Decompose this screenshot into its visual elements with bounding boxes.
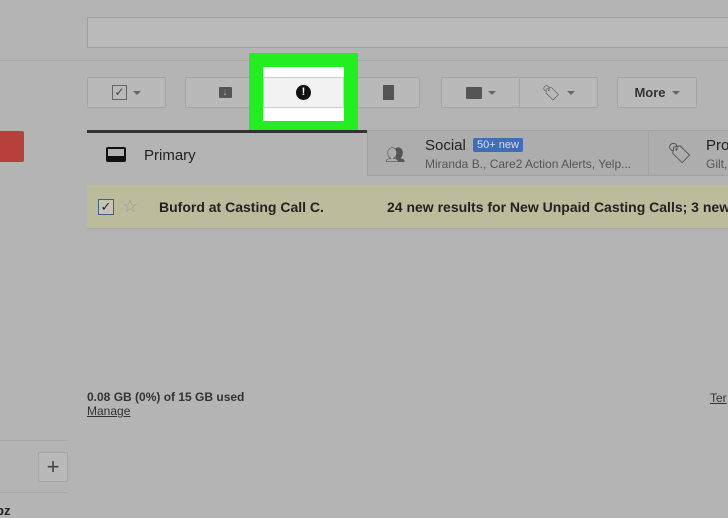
- storage-usage: 0.08 GB (0%) of 15 GB used: [87, 390, 245, 404]
- more-label: More: [634, 85, 666, 100]
- tab-primary[interactable]: Primary: [87, 130, 367, 176]
- trash-icon: [383, 85, 394, 100]
- tab-subtitle: Miranda B., Care2 Action Alerts, Yelp...: [425, 157, 632, 171]
- tab-label: Social: [425, 137, 466, 154]
- folder-icon: [465, 86, 482, 99]
- tab-social[interactable]: 👥︎ Social 50+ new Miranda B., Care2 Acti…: [367, 130, 649, 176]
- more-button[interactable]: More: [617, 77, 697, 108]
- new-badge: 50+ new: [473, 138, 523, 152]
- tag-icon: 🏷︎: [667, 143, 693, 165]
- add-button[interactable]: +: [38, 452, 68, 482]
- email-row[interactable]: ✓ ☆ Buford at Casting Call C. 24 new res…: [87, 185, 728, 229]
- inbox-icon: [106, 147, 126, 162]
- compose-button[interactable]: [0, 131, 24, 162]
- archive-icon: ↓: [218, 87, 232, 98]
- select-all-button[interactable]: ✓: [87, 77, 166, 108]
- email-sender: Buford at Casting Call C.: [159, 199, 324, 215]
- checkbox-icon: ✓: [112, 85, 127, 100]
- tab-label: Pro: [706, 137, 728, 154]
- row-checkbox[interactable]: ✓: [98, 199, 114, 215]
- search-bar[interactable]: [87, 17, 728, 48]
- manage-link[interactable]: Manage: [87, 404, 130, 418]
- sidebar-divider: [0, 492, 68, 493]
- tab-label: Primary: [144, 147, 196, 164]
- email-subject: 24 new results for New Unpaid Casting Ca…: [387, 199, 728, 215]
- label-icon: 🏷︎: [541, 84, 562, 102]
- chevron-down-icon: [133, 90, 141, 95]
- labels-button[interactable]: 🏷︎: [519, 77, 598, 108]
- chevron-down-icon: [671, 90, 680, 95]
- spam-icon: !: [296, 85, 311, 100]
- move-to-button[interactable]: [441, 77, 520, 108]
- people-icon: 👥︎: [385, 147, 406, 164]
- star-icon[interactable]: ☆: [122, 196, 138, 217]
- tab-promotions[interactable]: 🏷︎ Pro Gilt,: [648, 130, 728, 176]
- terms-link[interactable]: Ter: [710, 391, 727, 405]
- report-spam-button[interactable]: !: [263, 77, 344, 108]
- tab-subtitle: Gilt,: [706, 157, 728, 171]
- delete-button[interactable]: [358, 77, 420, 108]
- divider: [0, 60, 728, 61]
- sidebar-divider: [0, 440, 68, 441]
- chevron-down-icon: [567, 90, 576, 95]
- chevron-down-icon: [487, 90, 496, 95]
